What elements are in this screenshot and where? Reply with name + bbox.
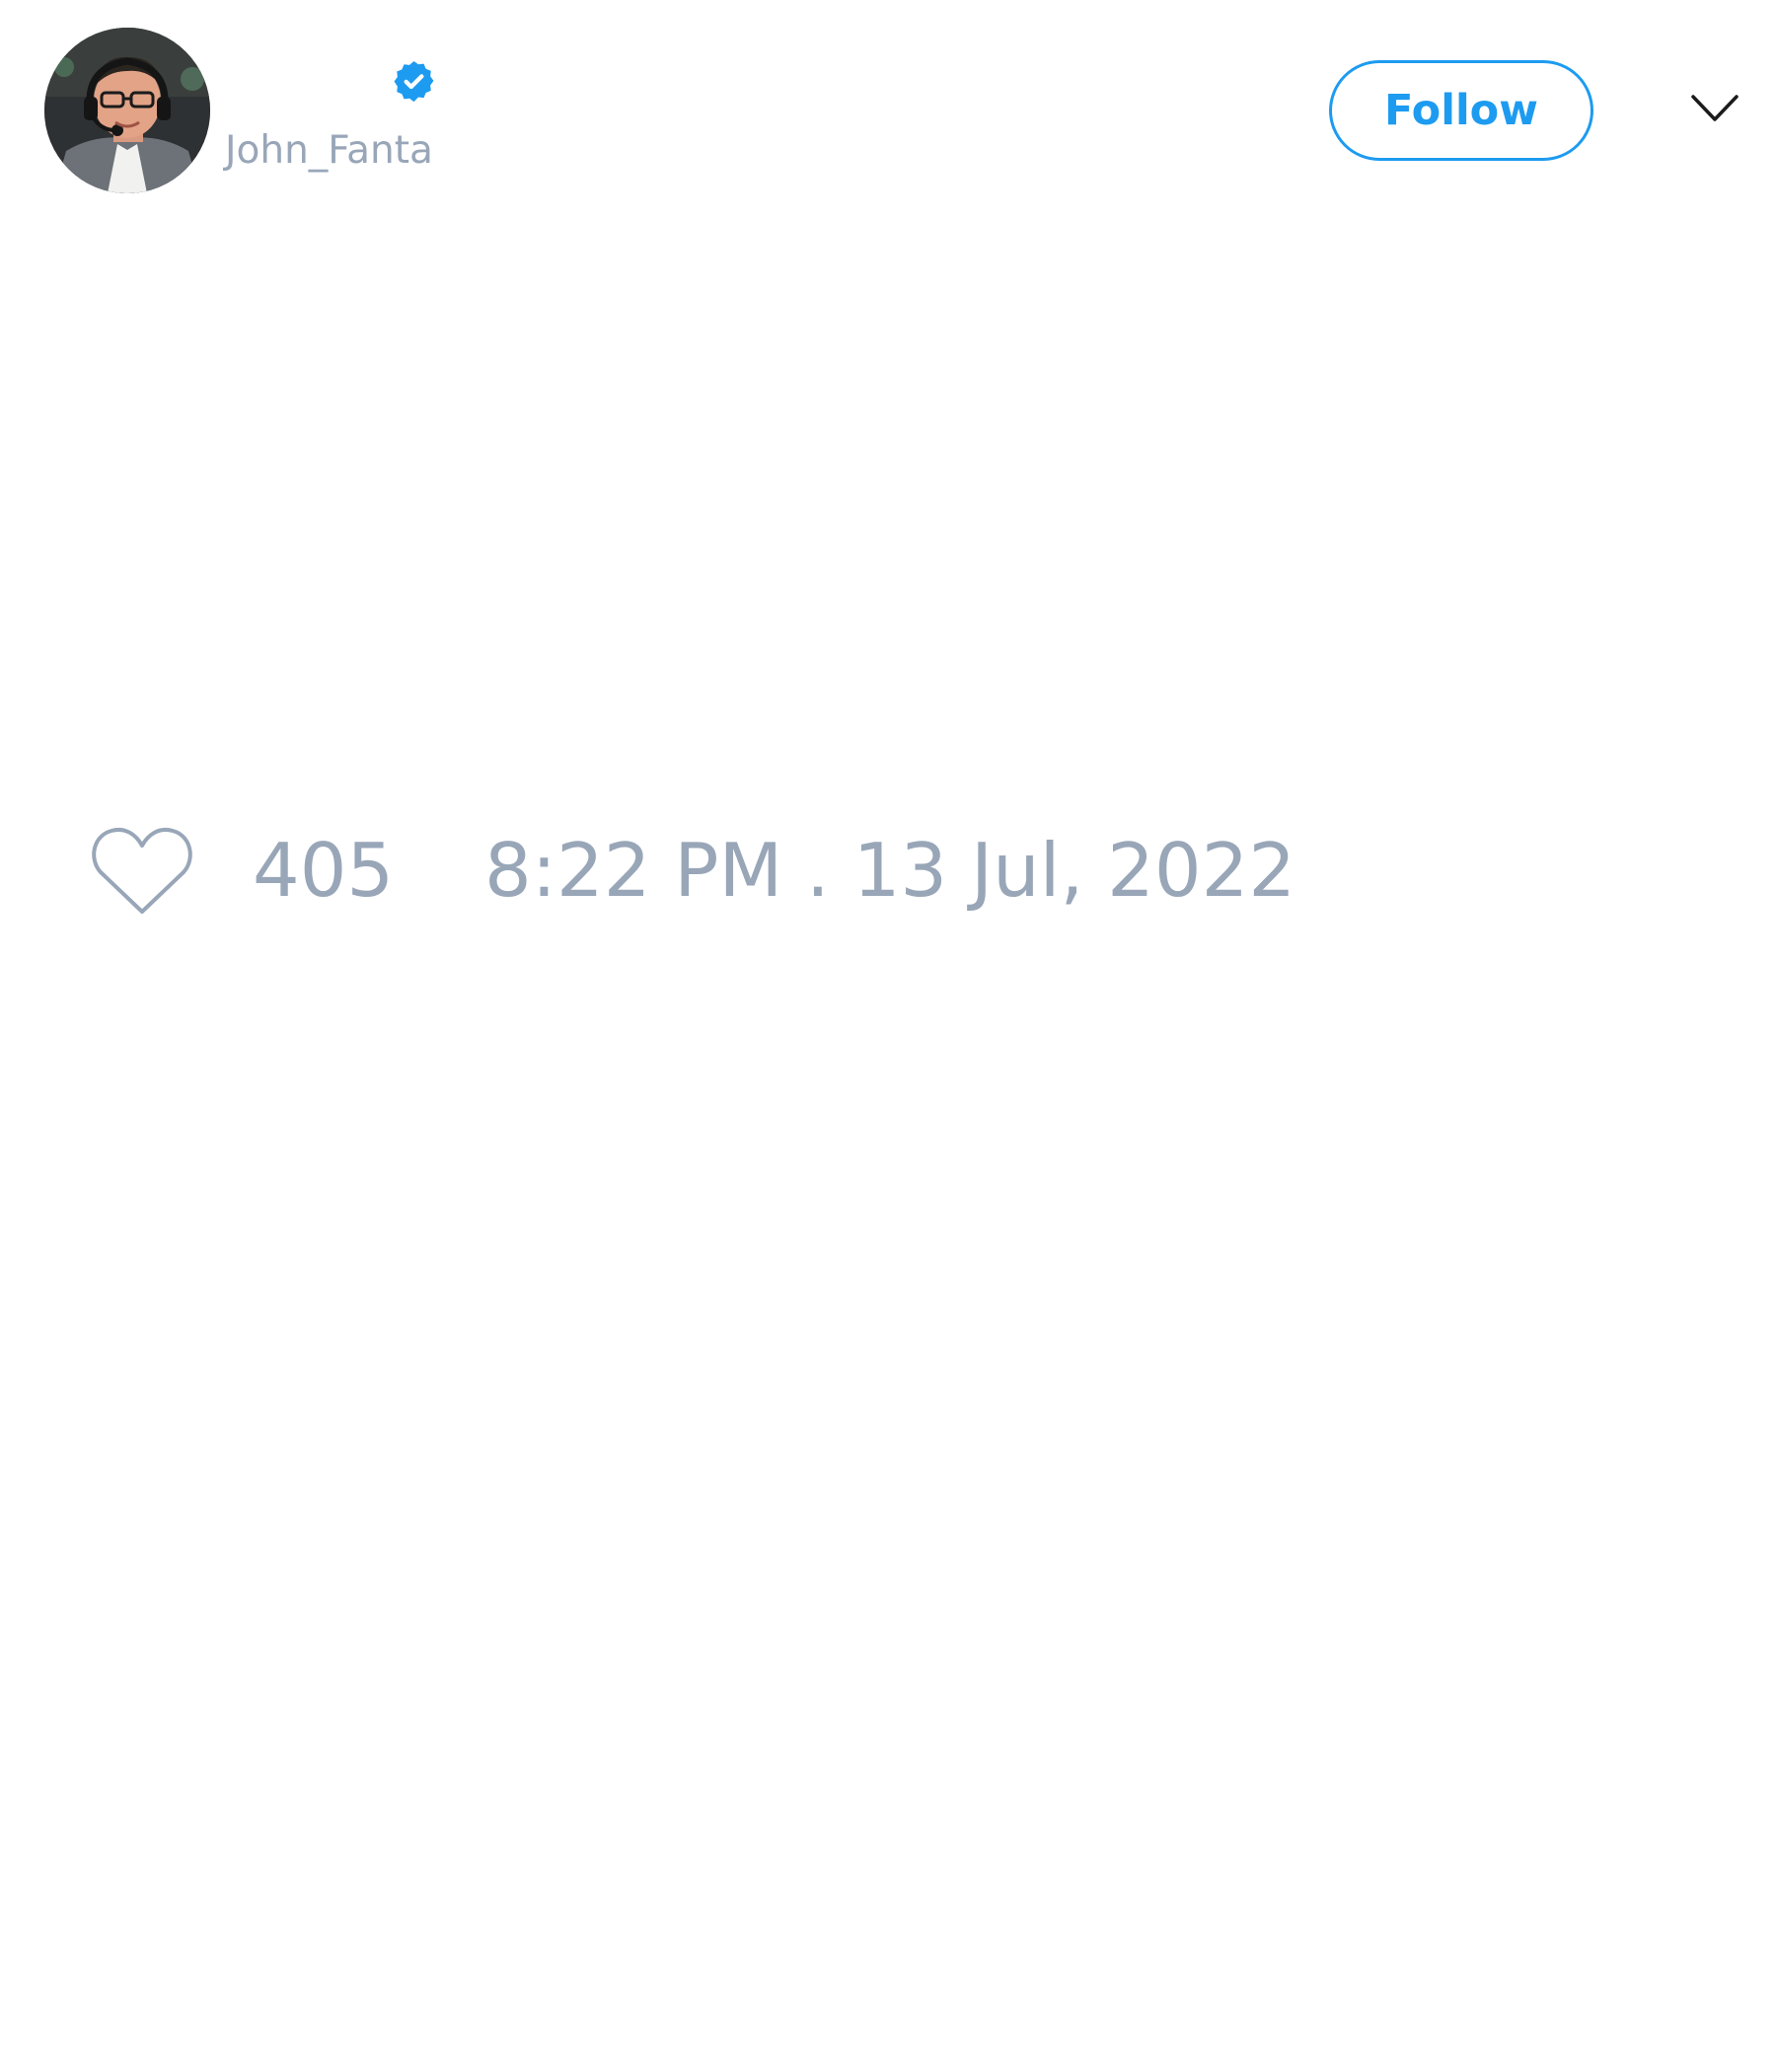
verified-badge-icon <box>394 60 434 103</box>
heart-icon[interactable] <box>90 823 194 918</box>
chevron-down-icon[interactable] <box>1690 92 1739 125</box>
author-handle[interactable]: John_Fanta <box>225 124 433 178</box>
follow-button[interactable]: Follow <box>1329 60 1593 161</box>
tweet-timestamp[interactable]: 8:22 PM . 13 Jul, 2022 <box>484 831 1295 910</box>
profile-photo <box>44 28 210 193</box>
avatar[interactable] <box>44 28 210 193</box>
like-count: 405 <box>253 827 395 914</box>
